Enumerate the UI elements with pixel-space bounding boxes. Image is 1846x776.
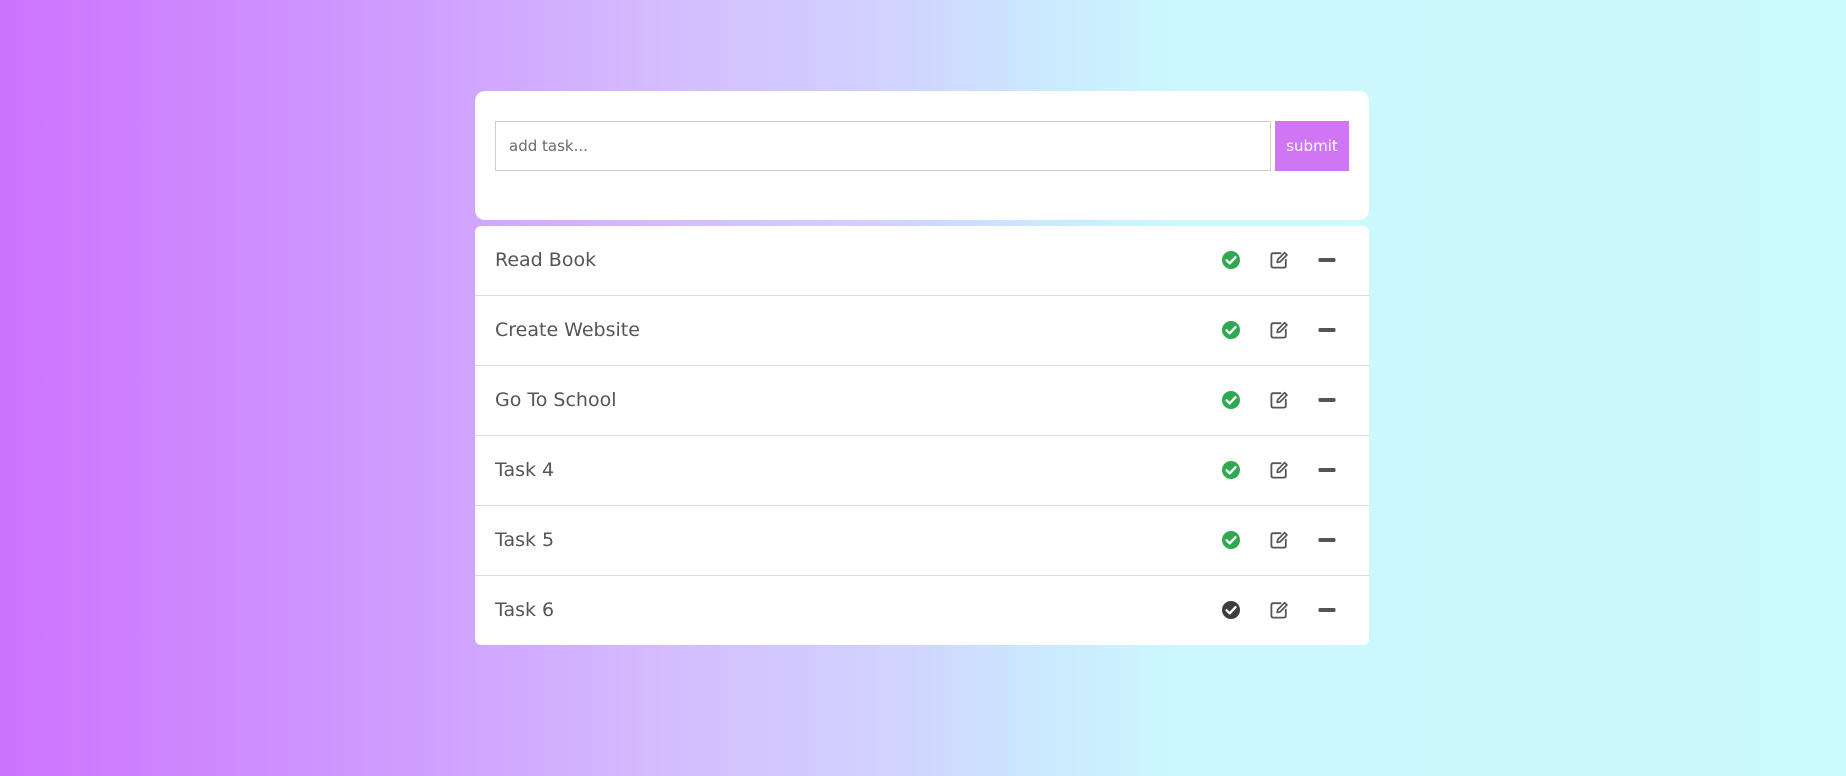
check-circle-icon[interactable] <box>1221 600 1241 620</box>
task-row: Go To School <box>475 366 1369 436</box>
minus-icon[interactable] <box>1317 250 1337 270</box>
minus-icon[interactable] <box>1317 600 1337 620</box>
check-circle-icon[interactable] <box>1221 250 1241 270</box>
add-task-card: submit <box>475 91 1369 220</box>
add-task-input[interactable] <box>495 121 1271 171</box>
edit-icon[interactable] <box>1269 390 1289 410</box>
task-row: Task 5 <box>475 506 1369 576</box>
edit-icon[interactable] <box>1269 530 1289 550</box>
edit-icon[interactable] <box>1269 600 1289 620</box>
task-row: Create Website <box>475 296 1369 366</box>
minus-icon[interactable] <box>1317 320 1337 340</box>
minus-icon[interactable] <box>1317 390 1337 410</box>
check-circle-icon[interactable] <box>1221 530 1241 550</box>
task-label: Go To School <box>495 389 617 411</box>
task-row: Read Book <box>475 226 1369 296</box>
task-label: Task 6 <box>495 599 555 621</box>
minus-icon[interactable] <box>1317 530 1337 550</box>
task-label: Read Book <box>495 249 597 271</box>
edit-icon[interactable] <box>1269 460 1289 480</box>
task-label: Task 5 <box>495 529 555 551</box>
task-row: Task 6 <box>475 576 1369 645</box>
task-row: Task 4 <box>475 436 1369 506</box>
edit-icon[interactable] <box>1269 250 1289 270</box>
task-label: Task 4 <box>495 459 555 481</box>
submit-button[interactable]: submit <box>1275 121 1349 171</box>
edit-icon[interactable] <box>1269 320 1289 340</box>
check-circle-icon[interactable] <box>1221 390 1241 410</box>
minus-icon[interactable] <box>1317 460 1337 480</box>
task-label: Create Website <box>495 319 640 341</box>
check-circle-icon[interactable] <box>1221 320 1241 340</box>
check-circle-icon[interactable] <box>1221 460 1241 480</box>
task-list: Read Book Create Website Go To School Ta… <box>475 226 1369 645</box>
